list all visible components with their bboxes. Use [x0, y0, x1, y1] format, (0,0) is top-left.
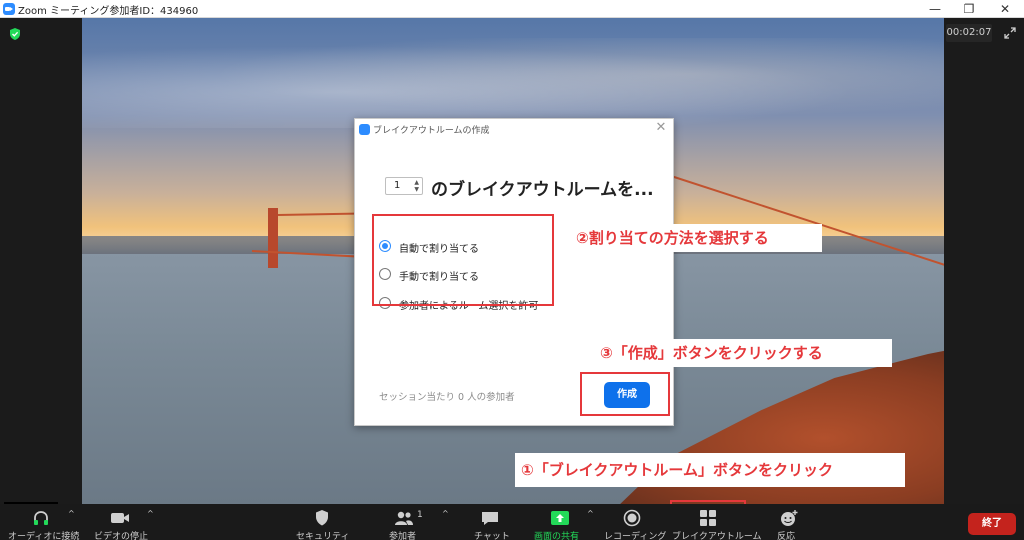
video-label: ビデオの停止 [94, 532, 149, 540]
highlight-assign-options [372, 214, 554, 306]
fullscreen-icon[interactable] [1003, 26, 1017, 40]
meeting-toolbar: ^ オーディオに接続 ^ ビデオの停止 セキュリティ 1 ^ 参加者 チャット … [0, 504, 1024, 540]
chat-label: チャット [474, 532, 510, 540]
share-screen-icon [551, 511, 569, 525]
end-meeting-button[interactable]: 終了 [968, 513, 1016, 535]
highlight-create-button [580, 372, 670, 416]
reactions-button[interactable]: 反応 [774, 504, 804, 540]
chevron-up-icon[interactable]: ^ [587, 509, 594, 518]
room-count-value: 1 [394, 180, 401, 191]
callout-step3: ③「作成」ボタンをクリックする [594, 339, 892, 367]
minimize-button[interactable]: — [918, 0, 952, 18]
chevron-up-icon[interactable]: ^ [147, 509, 154, 518]
video-button[interactable]: ^ ビデオの停止 [92, 504, 160, 540]
bridge-tower-left [268, 208, 278, 268]
close-window-button[interactable]: ✕ [988, 0, 1022, 18]
meeting-timer: 00:02:07 [946, 24, 992, 42]
reactions-label: 反応 [777, 532, 796, 540]
zoom-logo-icon [359, 124, 370, 135]
participants-count: 1 [417, 510, 423, 520]
audio-label: オーディオに接続 [8, 532, 80, 540]
callout-step2: ②割り当ての方法を選択する [570, 224, 822, 252]
audio-button[interactable]: ^ オーディオに接続 [4, 504, 80, 540]
emoji-plus-icon [781, 510, 798, 526]
room-count-stepper[interactable]: 1 ▲ ▼ [385, 177, 423, 195]
participants-label: 参加者 [389, 532, 417, 540]
participants-per-room-note: セッション当たり 0 人の参加者 [379, 392, 515, 403]
breakout-rooms-button[interactable]: ブレイクアウトルーム [670, 504, 762, 540]
record-button[interactable]: レコーディング [602, 504, 666, 540]
zoom-window: Zoom ミーティング参加者ID：434960 — ❐ ✕ 00:02:07 ブ… [0, 0, 1024, 540]
dialog-title: ブレイクアウトルームの作成 [373, 126, 490, 136]
share-label: 画面の共有 [534, 532, 580, 540]
headphones-icon [34, 511, 48, 525]
share-screen-button[interactable]: ^ 画面の共有 [532, 504, 596, 540]
breakout-label: ブレイクアウトルーム [672, 532, 762, 540]
dialog-heading: のブレイクアウトルームを... [431, 180, 654, 200]
security-label: セキュリティ [296, 532, 350, 540]
callout-step1: ①「ブレイクアウトルーム」ボタンをクリック [515, 453, 905, 487]
window-title: Zoom ミーティング参加者ID：434960 [18, 6, 199, 17]
participants-button[interactable]: 1 ^ 参加者 [386, 504, 456, 540]
meeting-area: 00:02:07 ブレイクアウトルームの作成 ✕ 1 ▲ ▼ のブレイクアウトル… [0, 18, 1024, 540]
stepper-down-icon[interactable]: ▼ [414, 187, 419, 193]
chat-button[interactable]: チャット [472, 504, 512, 540]
record-icon [623, 509, 641, 527]
record-label: レコーディング [604, 532, 667, 540]
restore-button[interactable]: ❐ [952, 0, 986, 18]
participants-icon [395, 511, 413, 525]
breakout-grid-icon [700, 510, 716, 526]
security-button[interactable]: セキュリティ [294, 504, 350, 540]
chevron-up-icon[interactable]: ^ [68, 509, 75, 518]
shield-icon [316, 510, 328, 526]
chat-bubble-icon [482, 512, 498, 525]
dialog-close-button[interactable]: ✕ [653, 120, 669, 136]
shield-check-icon[interactable] [8, 27, 22, 41]
title-bar: Zoom ミーティング参加者ID：434960 — ❐ ✕ [0, 0, 1024, 18]
video-camera-icon [111, 513, 129, 523]
sky-clouds [82, 38, 944, 128]
chevron-up-icon[interactable]: ^ [442, 509, 449, 518]
zoom-logo-icon [3, 3, 15, 15]
